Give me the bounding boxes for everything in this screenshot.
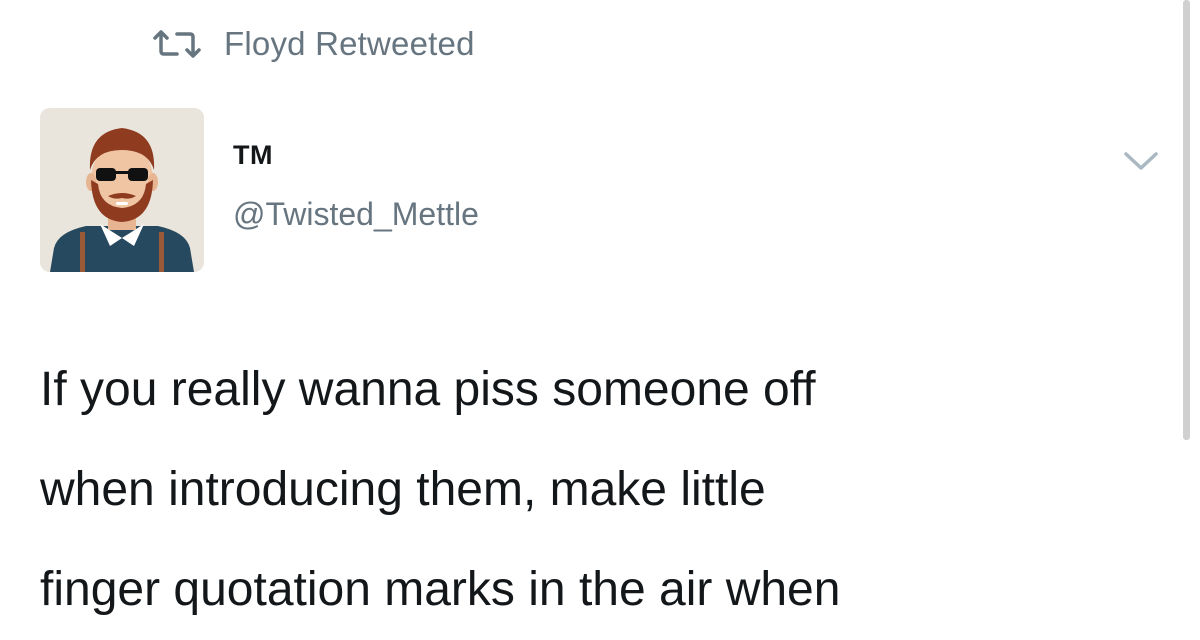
bearded-man-sunglasses-avatar [40, 108, 204, 272]
tweet-card: Floyd Retweeted TM @Twisted_Mettle If yo… [0, 0, 1200, 628]
author-display-name[interactable]: TM [233, 140, 273, 171]
author-handle[interactable]: @Twisted_Mettle [233, 196, 479, 233]
tweet-text-line: If you really wanna piss someone off [40, 363, 816, 416]
avatar[interactable] [40, 108, 204, 272]
retweet-header: Floyd Retweeted [150, 22, 475, 66]
chevron-down-icon[interactable] [1120, 148, 1162, 176]
tweet-text-line: finger quotation marks in the air when [40, 563, 841, 616]
tweet-text: If you really wanna piss someone off whe… [40, 340, 1160, 640]
tweet-text-line: when introducing them, make little [40, 463, 766, 516]
scrollbar[interactable] [1183, 0, 1190, 440]
retweet-icon [150, 29, 204, 59]
retweet-label[interactable]: Floyd Retweeted [224, 25, 475, 63]
